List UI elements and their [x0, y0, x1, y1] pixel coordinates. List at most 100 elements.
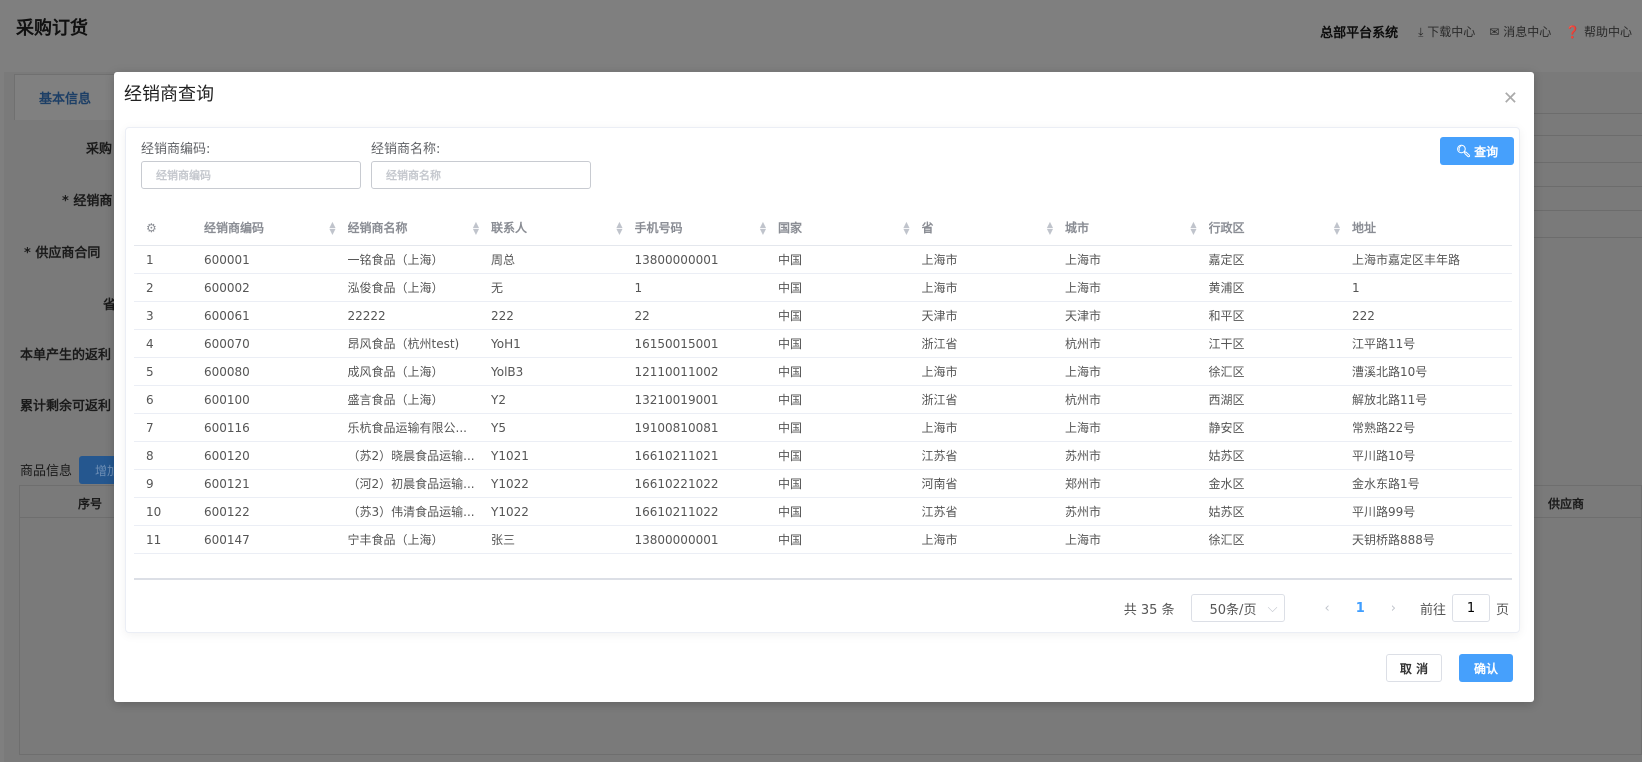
table-cell: 中国 [778, 421, 803, 435]
table-row[interactable]: 4 600070 昂风食品（杭州test) YoH1 16150015001 中国 浙江省 杭… [134, 330, 1512, 358]
table-cell: 天津市 [1065, 309, 1102, 323]
sort-icon[interactable]: ▲ ▼ [760, 220, 766, 235]
prev-page-icon[interactable]: ‹ [1325, 601, 1330, 616]
sort-icon[interactable]: ▲ ▼ [903, 220, 909, 235]
table-cell: 宁丰食品（上海） [347, 533, 444, 547]
table-cell: 上海市 [921, 253, 958, 267]
table-cell: 600120 [204, 448, 250, 463]
table-cell: YoH1 [491, 336, 521, 351]
table-row[interactable]: 11 600147 宁丰食品（上海） 张三 13800000001 中国 上海市 上海市 徐汇区… [134, 526, 1512, 554]
bg-label: * 供应商合同 [24, 246, 101, 261]
table-row[interactable]: 2 600002 泓俊食品（上海） 无 1 中国 上海市 上海市 黄浦区 1 [134, 274, 1512, 302]
confirm-button[interactable]: 确认 [1459, 654, 1513, 682]
chevron-down-icon: ⌵ [1267, 600, 1278, 616]
table-cell: 3 [146, 308, 154, 323]
column-header[interactable]: 城市 ▲ ▼ [1065, 219, 1209, 236]
sort-icon[interactable]: ▲ ▼ [473, 220, 479, 235]
table-cell: 静安区 [1208, 421, 1245, 435]
message-center-link[interactable]: ✉ 消息中心 [1489, 23, 1551, 40]
download-icon: ⤓ [1418, 25, 1424, 39]
table-cell: 2 [146, 280, 154, 295]
distributor-query-dialog: 经销商查询 ✕ 经销商编码: 经销商名称: 🔍︎查询 ⚙ 经销商编码▲▼经销商名… [114, 72, 1534, 702]
add-goods-button[interactable]: 增加 [79, 456, 119, 484]
sort-icon[interactable]: ▲ ▼ [1047, 220, 1053, 235]
table-cell: 盛言食品（上海） [347, 393, 444, 407]
distributor-code-input[interactable] [141, 161, 361, 189]
table-cell: 22 [634, 308, 650, 323]
column-header[interactable]: 地址 [1352, 219, 1496, 236]
table-cell: 平川路99号 [1352, 505, 1416, 519]
help-center-link[interactable]: ❓ 帮助中心 [1565, 23, 1632, 40]
table-row[interactable]: 6 600100 盛言食品（上海） Y2 13210019001 中国 浙江省 杭州市 西湖区 解… [134, 386, 1512, 414]
sort-icon[interactable]: ▲ ▼ [1334, 220, 1340, 235]
table-cell: Y2 [491, 392, 506, 407]
bg-label: * 经销商 [62, 194, 113, 209]
table-cell: 16610211022 [634, 504, 719, 519]
table-cell: 600080 [204, 364, 250, 379]
horizontal-scrollbar[interactable] [134, 578, 1512, 580]
page-number-current[interactable]: 1 [1356, 601, 1365, 616]
column-header[interactable]: 手机号码 ▲ ▼ [635, 219, 779, 236]
column-header[interactable]: 经销商编码 ▲ ▼ [204, 219, 348, 236]
table-cell: 22222 [347, 308, 386, 323]
download-center-link[interactable]: ⤓ 下载中心 [1418, 23, 1475, 40]
column-header[interactable]: 联系人 ▲ ▼ [491, 219, 635, 236]
column-header[interactable]: 省 ▲ ▼ [922, 219, 1066, 236]
column-header[interactable]: 行政区 ▲ ▼ [1209, 219, 1353, 236]
close-icon[interactable]: ✕ [1503, 88, 1518, 109]
query-button[interactable]: 🔍︎ 查询 [1440, 137, 1514, 165]
table-cell: （苏3）伟清食品运输... [347, 505, 475, 519]
table-cell: （苏2）晓晨食品运输... [347, 449, 475, 463]
table-cell: 600116 [204, 420, 250, 435]
bg-label: 采购 [86, 142, 113, 157]
goods-info-label: 商品信息 [20, 464, 73, 479]
cancel-button[interactable]: 取 消 [1386, 654, 1442, 682]
table-cell: 浙江省 [921, 337, 958, 351]
table-cell: 姑苏区 [1208, 449, 1245, 463]
table-cell: 600121 [204, 476, 250, 491]
column-header[interactable]: 经销商名称 ▲ ▼ [348, 219, 492, 236]
table-cell: 10 [146, 504, 162, 519]
table-row[interactable]: 10 600122 （苏3）伟清食品运输... Y1022 16610211022 中国 江… [134, 498, 1512, 526]
table-row[interactable]: 1 600001 一铭食品（上海） 周总 13800000001 中国 上海市 上海市 嘉定区 上… [134, 246, 1512, 274]
table-row[interactable]: 8 600120 （苏2）晓晨食品运输... Y1021 16610211021 中国 江苏… [134, 442, 1512, 470]
table-cell: （河2）初晨食品运输... [347, 477, 475, 491]
table-row[interactable]: 5 600080 成风食品（上海） YolB3 12110011002 中国 上海市 上海市 徐… [134, 358, 1512, 386]
table-row[interactable]: 9 600121 （河2）初晨食品运输... Y1022 16610221022 中国 河南… [134, 470, 1512, 498]
table-cell: 4 [146, 336, 154, 351]
tab-basic-info[interactable]: 基本信息 [14, 74, 116, 120]
page-size-select[interactable]: 50条/页 ⌵ [1190, 594, 1285, 622]
next-page-icon[interactable]: › [1391, 601, 1396, 616]
table-cell: 中国 [778, 281, 803, 295]
table-header: ⚙ 经销商编码 ▲ ▼ 经销商名称 ▲ ▼ 联系人 ▲ ▼ 手机号码 ▲ ▼ 国家 ▲ ▼ 省 ▲ ▼ 城市 ▲ ▼ 行政… [134, 210, 1512, 246]
mail-icon: ✉ [1489, 25, 1500, 39]
table-cell: 中国 [778, 477, 803, 491]
table-cell: 600070 [204, 336, 250, 351]
table-cell: 徐汇区 [1208, 365, 1245, 379]
table-cell: 9 [146, 476, 154, 491]
page-title: 采购订货 [16, 18, 88, 39]
table-cell: 江平路11号 [1352, 337, 1416, 351]
table-cell: 郑州市 [1065, 477, 1102, 491]
column-settings-icon[interactable]: ⚙ [134, 221, 204, 235]
sort-icon[interactable]: ▲ ▼ [616, 220, 622, 235]
table-row[interactable]: 3 600061 22222 222 22 中国 天津市 天津市 和平区 222 [134, 302, 1512, 330]
table-cell: 上海市 [1065, 365, 1102, 379]
table-cell: 13800000001 [634, 532, 719, 547]
table-cell: 苏州市 [1065, 449, 1102, 463]
table-cell: 河南省 [921, 477, 958, 491]
table-cell: 和平区 [1208, 309, 1245, 323]
table-row[interactable]: 7 600116 乐杭食品运输有限公... Y5 19100810081 中国 上海市 上海市… [134, 414, 1512, 442]
column-header[interactable]: 国家 ▲ ▼ [778, 219, 922, 236]
sort-icon[interactable]: ▲ ▼ [329, 220, 335, 235]
table-cell: 常熟路22号 [1352, 421, 1416, 435]
sort-icon[interactable]: ▲ ▼ [1190, 220, 1196, 235]
table-cell: 600122 [204, 504, 250, 519]
table-cell: 杭州市 [1065, 337, 1102, 351]
table-cell: 16150015001 [634, 336, 719, 351]
distributor-name-input[interactable] [371, 161, 591, 189]
goto-page-input[interactable] [1451, 594, 1490, 622]
table-cell: 周总 [491, 253, 516, 267]
table-cell: 上海市 [921, 281, 958, 295]
table-cell: 222 [1352, 308, 1375, 323]
